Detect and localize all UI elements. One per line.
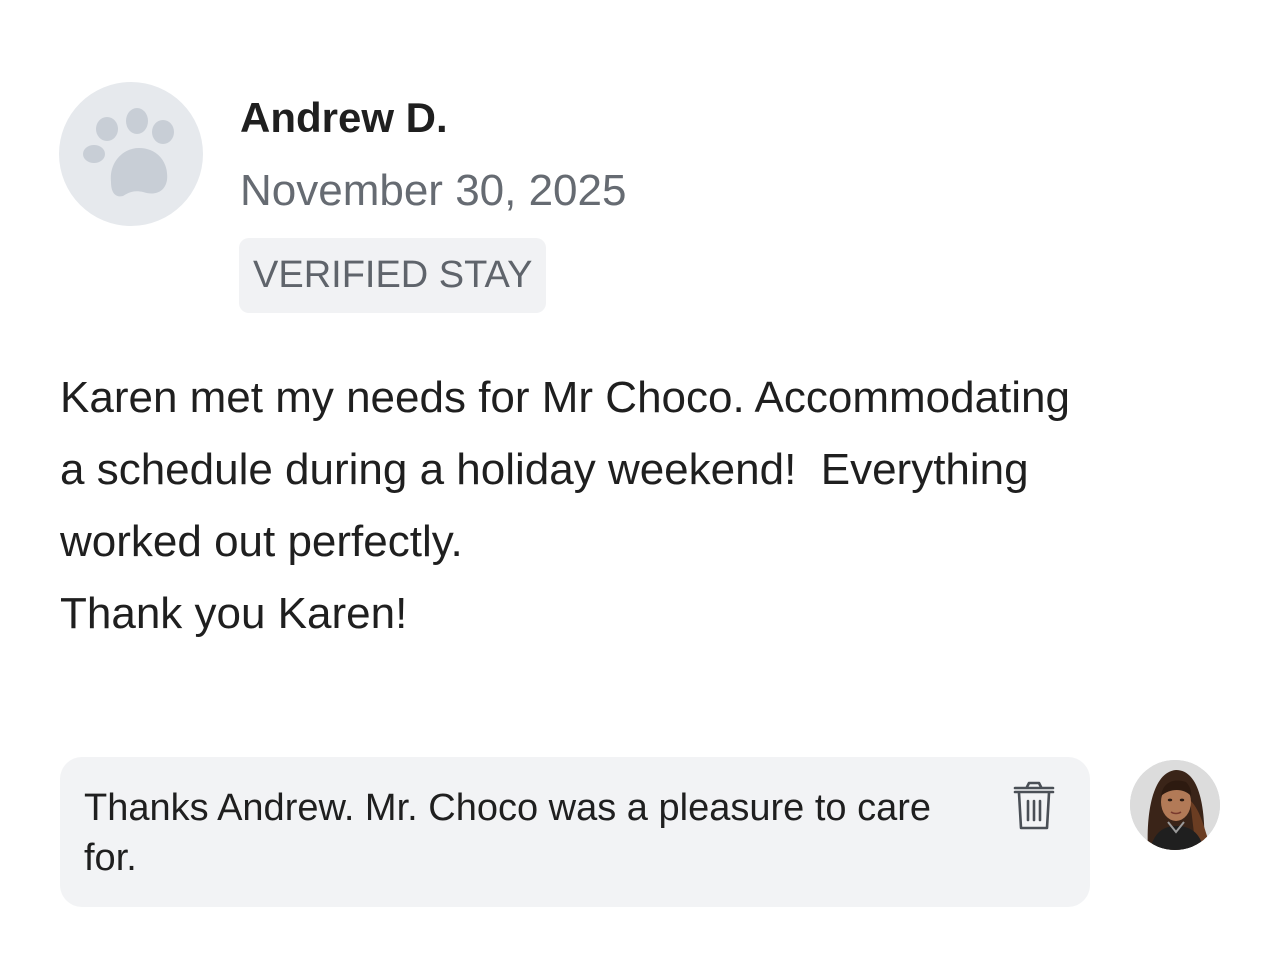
profile-photo	[1130, 760, 1220, 850]
review-card: Andrew D. November 30, 2025 VERIFIED STA…	[0, 0, 1283, 966]
paw-icon	[83, 108, 174, 197]
reply-text: Thanks Andrew. Mr. Choco was a pleasure …	[84, 787, 931, 879]
delete-reply-button[interactable]	[1008, 777, 1060, 835]
reviewer-avatar	[59, 82, 203, 226]
owner-avatar[interactable]	[1130, 760, 1220, 850]
reviewer-name: Andrew D.	[240, 94, 448, 141]
review-text-line: worked out perfectly.	[60, 517, 463, 566]
review-text-line: a schedule during a holiday weekend! Eve…	[60, 445, 1029, 494]
verified-stay-badge: VERIFIED STAY	[239, 238, 547, 313]
review-text: Karen met my needs for Mr Choco. Accommo…	[60, 362, 1230, 650]
review-date: November 30, 2025	[240, 166, 627, 215]
review-text-line: Karen met my needs for Mr Choco. Accommo…	[60, 373, 1070, 422]
trash-icon[interactable]	[1012, 781, 1056, 831]
review-text-line: Thank you Karen!	[60, 589, 408, 638]
owner-reply: Thanks Andrew. Mr. Choco was a pleasure …	[60, 757, 1090, 907]
